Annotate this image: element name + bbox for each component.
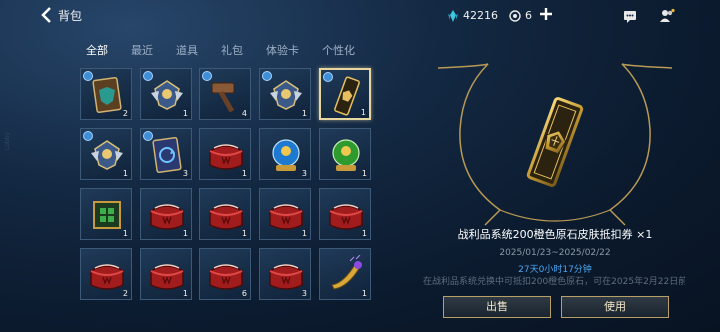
item-count: 1 xyxy=(361,169,367,178)
red-chest-icon xyxy=(90,264,124,290)
inventory-item-cell[interactable]: 1 xyxy=(80,128,132,180)
time-limit-badge-icon xyxy=(202,71,212,81)
top-bar: 背包 42216 6 xyxy=(0,0,720,34)
inventory-item-cell[interactable]: 6 xyxy=(199,248,251,300)
red-chest-icon xyxy=(329,204,363,230)
tab-gift-pack[interactable]: 礼包 xyxy=(221,42,243,58)
item-count: 2 xyxy=(122,109,128,118)
inventory-item-cell[interactable]: 1 xyxy=(259,68,311,120)
side-vertical-label: Lobby xyxy=(4,131,11,150)
friends-icon[interactable] xyxy=(659,8,675,24)
item-detail-panel xyxy=(430,60,680,230)
time-limit-badge-icon xyxy=(83,131,93,141)
red-chest-icon xyxy=(150,204,184,230)
red-chest-icon xyxy=(209,264,243,290)
currency-b: 6 xyxy=(509,9,532,22)
currency-a: 42216 xyxy=(447,9,498,22)
blue-orb-icon xyxy=(272,139,300,171)
hammer-icon xyxy=(211,82,235,113)
item-count: 1 xyxy=(182,229,188,238)
item-name: 战利品系统200橙色原石皮肤抵扣券 ×1 xyxy=(457,228,653,241)
use-button[interactable]: 使用 xyxy=(561,296,669,318)
item-count: 2 xyxy=(122,289,128,298)
item-count: 6 xyxy=(241,289,247,298)
coin-currency-icon xyxy=(509,9,521,22)
frame-left-arc xyxy=(437,63,502,226)
item-count: 3 xyxy=(301,289,307,298)
tab-personalization[interactable]: 个性化 xyxy=(322,42,355,58)
inventory-item-cell[interactable]: 1 xyxy=(140,188,192,240)
item-count: 1 xyxy=(361,229,367,238)
tab-props[interactable]: 道具 xyxy=(176,42,198,58)
inventory-item-cell[interactable]: 3 xyxy=(259,128,311,180)
back-button[interactable]: 背包 xyxy=(40,6,82,24)
time-limit-badge-icon xyxy=(143,131,153,141)
skin-voucher-icon xyxy=(526,97,584,187)
rank-emblem-icon xyxy=(270,80,302,110)
inventory-item-cell[interactable]: 1 xyxy=(319,188,371,240)
green-orb-icon xyxy=(332,139,360,171)
item-count: 1 xyxy=(241,169,247,178)
add-currency-plus-icon[interactable] xyxy=(539,7,553,21)
tab-all[interactable]: 全部 xyxy=(86,42,108,58)
inventory-item-cell[interactable]: 3 xyxy=(140,128,192,180)
item-count: 1 xyxy=(360,108,366,117)
inventory-item-cell[interactable]: 2 xyxy=(80,68,132,120)
red-chest-icon xyxy=(209,204,243,230)
page-title: 背包 xyxy=(58,8,83,23)
item-count: 4 xyxy=(241,109,247,118)
currency-b-value: 6 xyxy=(525,9,532,22)
item-description: 在战利品系统兑换中可抵扣200橙色原石，可在2025年2月22日前使用 xyxy=(423,277,685,286)
inventory-item-cell[interactable]: 1 xyxy=(80,188,132,240)
item-count: 1 xyxy=(241,229,247,238)
inventory-item-cell[interactable]: 1 xyxy=(140,68,192,120)
item-count: 1 xyxy=(122,169,128,178)
frame-right-arc xyxy=(608,63,673,226)
sell-button[interactable]: 出售 xyxy=(443,296,551,318)
red-chest-icon xyxy=(209,144,243,170)
inventory-item-cell[interactable]: 4 xyxy=(199,68,251,120)
inventory-item-cell[interactable]: 3 xyxy=(259,248,311,300)
chevron-left-icon xyxy=(41,7,51,23)
inventory-item-cell[interactable]: 1 xyxy=(199,128,251,180)
inventory-item-cell[interactable]: 1 xyxy=(259,188,311,240)
inventory-item-cell[interactable]: 1 xyxy=(319,68,371,120)
inventory-item-cell[interactable]: 1 xyxy=(319,248,371,300)
inventory-item-cell[interactable]: 1 xyxy=(140,248,192,300)
inventory-item-cell[interactable]: 2 xyxy=(80,248,132,300)
time-limit-badge-icon xyxy=(323,72,333,82)
green-frame-icon xyxy=(93,201,121,229)
red-chest-icon xyxy=(269,204,303,230)
golden-horn-icon xyxy=(331,255,362,290)
category-tabs: 全部 最近 道具 礼包 体验卡 个性化 xyxy=(86,42,378,58)
item-count: 3 xyxy=(301,169,307,178)
rank-emblem-icon xyxy=(151,80,183,110)
blue-refresh-card-icon xyxy=(152,136,182,174)
currency-a-value: 42216 xyxy=(463,9,498,22)
frame-base-line xyxy=(499,209,611,222)
selected-item-preview xyxy=(437,63,673,226)
time-limit-badge-icon xyxy=(262,71,272,81)
item-count: 1 xyxy=(182,109,188,118)
red-chest-icon xyxy=(269,264,303,290)
item-count: 1 xyxy=(361,289,367,298)
tab-trial-card[interactable]: 体验卡 xyxy=(266,42,299,58)
item-count: 1 xyxy=(122,229,128,238)
item-count: 3 xyxy=(182,169,188,178)
crystal-currency-icon xyxy=(448,9,458,22)
item-count: 1 xyxy=(182,289,188,298)
red-chest-icon xyxy=(150,264,184,290)
item-count: 1 xyxy=(301,109,307,118)
green-shield-card-icon xyxy=(92,76,122,114)
tab-recent[interactable]: 最近 xyxy=(131,42,153,58)
item-date-range: 2025/01/23~2025/02/22 xyxy=(499,248,611,258)
inventory-item-cell[interactable]: 1 xyxy=(319,128,371,180)
item-count: 1 xyxy=(301,229,307,238)
time-limit-badge-icon xyxy=(143,71,153,81)
rank-emblem-icon xyxy=(91,140,123,170)
time-limit-badge-icon xyxy=(83,71,93,81)
chat-icon[interactable] xyxy=(622,8,638,24)
inventory-item-cell[interactable]: 1 xyxy=(199,188,251,240)
